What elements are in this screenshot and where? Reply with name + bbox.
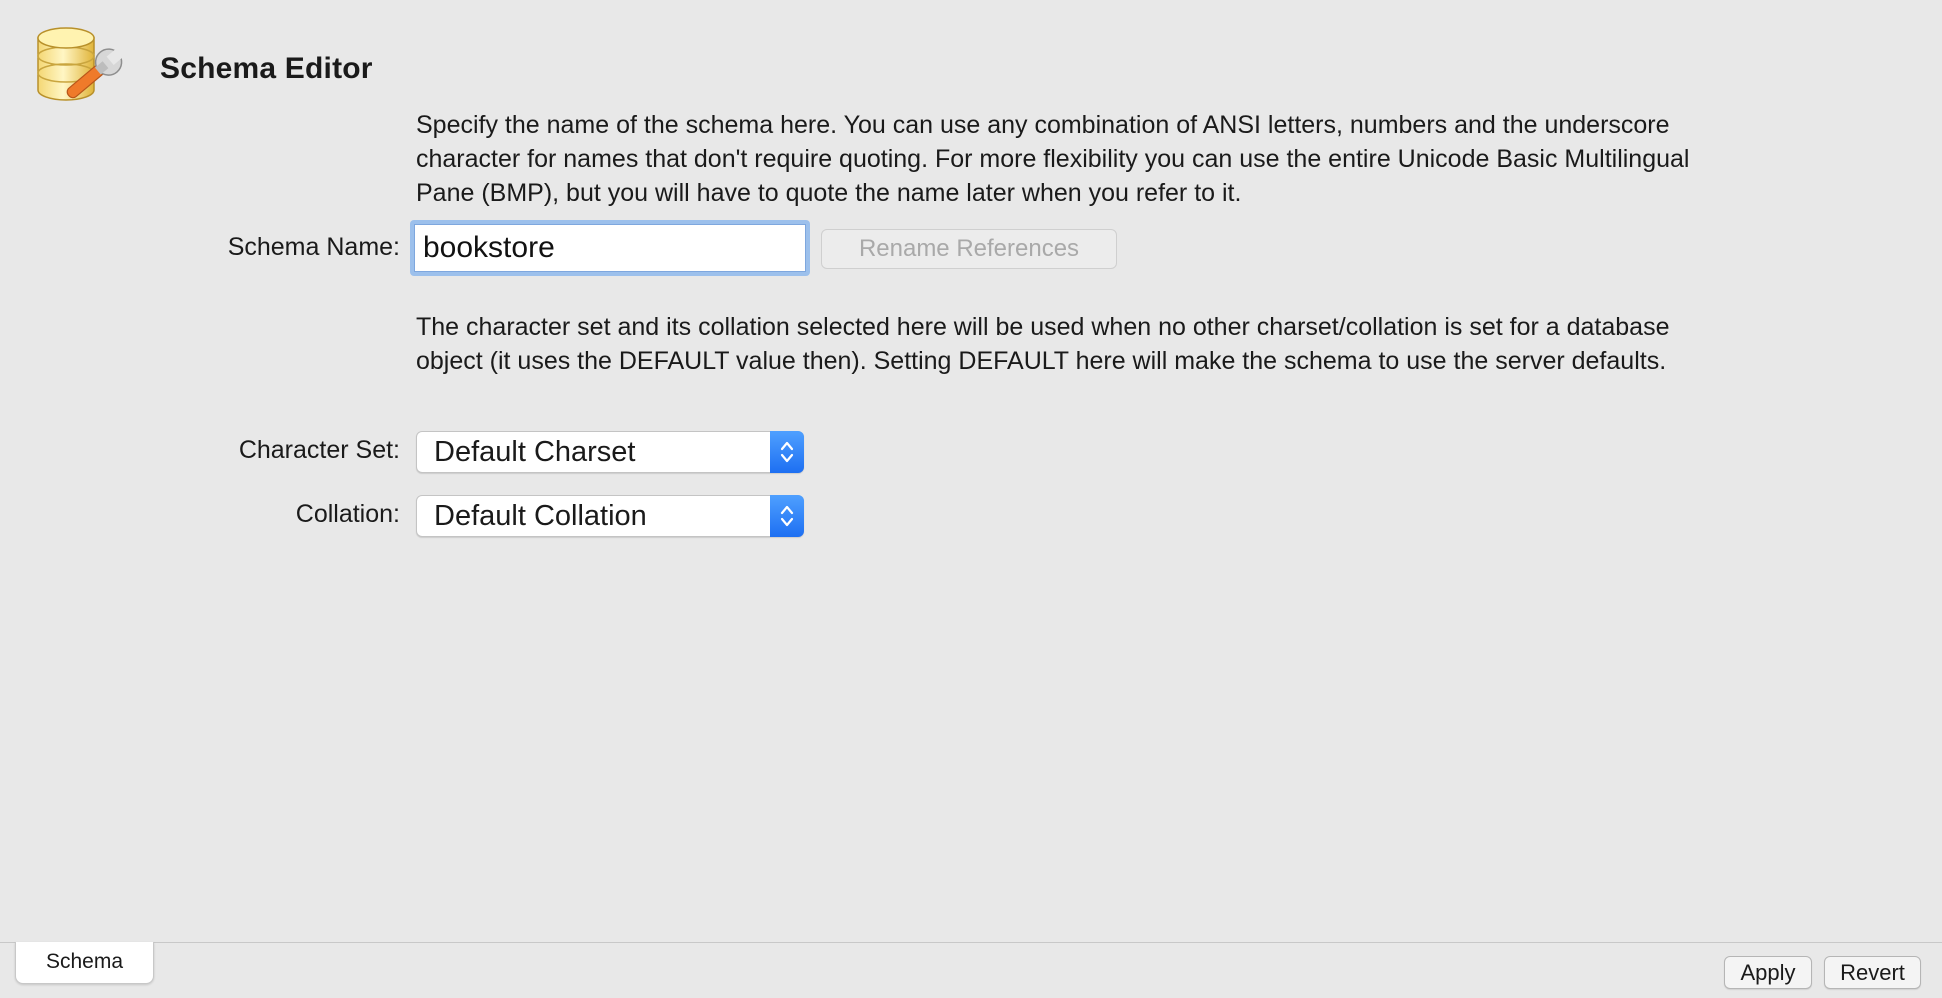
tab-schema[interactable]: Schema (15, 942, 154, 984)
up-down-chevron-icon (770, 495, 804, 537)
collation-select[interactable]: Default Collation (416, 495, 804, 537)
schema-editor-page: Schema Editor Specify the name of the sc… (0, 0, 1942, 998)
charset-description: The character set and its collation sele… (416, 313, 1670, 375)
character-set-label: Character Set: (238, 436, 400, 464)
schema-name-description: Specify the name of the schema here. You… (416, 111, 1690, 207)
schema-name-input[interactable] (414, 224, 806, 272)
collation-value: Default Collation (434, 500, 647, 532)
page-title: Schema Editor (160, 52, 373, 85)
up-down-chevron-icon (770, 431, 804, 473)
collation-label: Collation: (295, 500, 400, 528)
apply-button[interactable]: Apply (1724, 956, 1812, 989)
revert-button[interactable]: Revert (1824, 956, 1921, 989)
bottom-bar: Schema Apply Revert (0, 942, 1942, 998)
schema-name-focus-ring (410, 220, 810, 276)
database-wrench-icon (37, 27, 125, 101)
rename-references-button[interactable]: Rename References (821, 229, 1117, 269)
character-set-select[interactable]: Default Charset (416, 431, 804, 473)
character-set-value: Default Charset (434, 436, 636, 468)
schema-name-label: Schema Name: (227, 233, 400, 261)
